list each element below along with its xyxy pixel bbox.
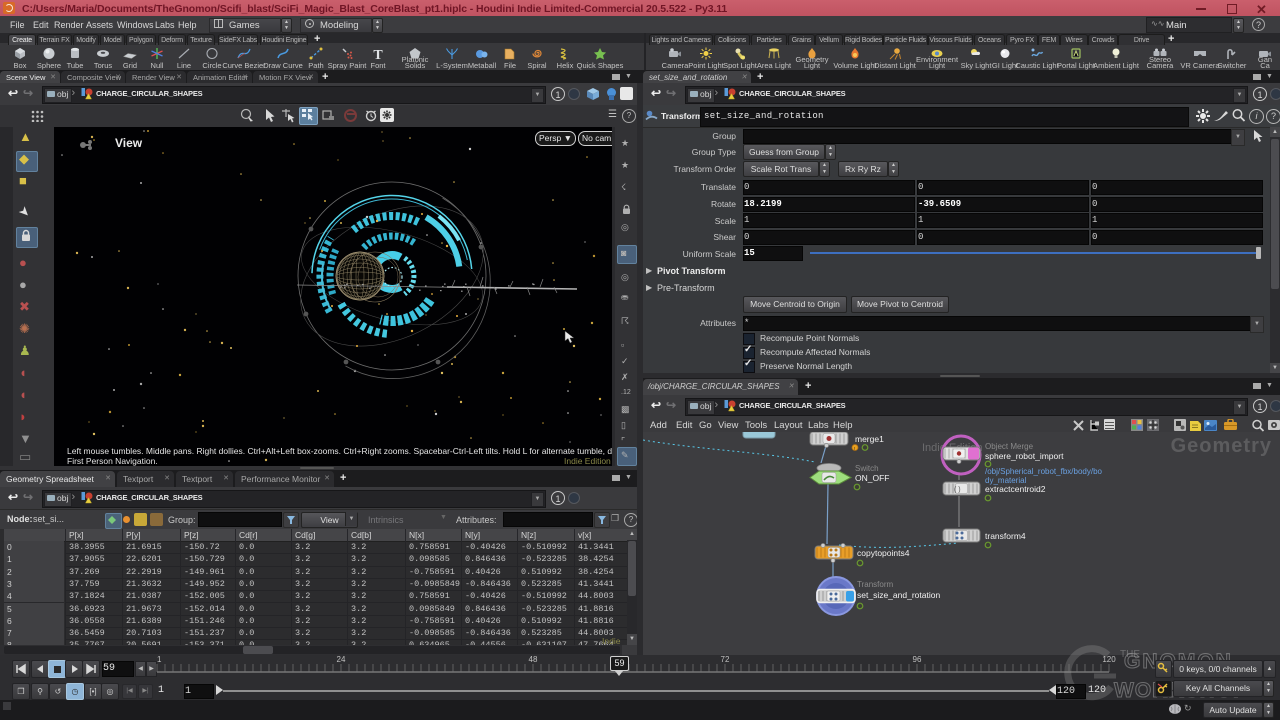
svg-text:1: 1	[157, 655, 162, 664]
svg-text:sphere_robot_import: sphere_robot_import	[985, 451, 1064, 461]
svg-text:ON_OFF: ON_OFF	[855, 473, 889, 483]
svg-text:24: 24	[337, 655, 346, 664]
svg-text:set_size_and_rotation: set_size_and_rotation	[857, 590, 940, 600]
svg-text:120: 120	[1102, 655, 1116, 664]
svg-text:T: T	[373, 48, 383, 61]
svg-text:72: 72	[721, 655, 730, 664]
svg-text:copytopoints4: copytopoints4	[857, 548, 910, 558]
svg-text:Transform: Transform	[857, 580, 893, 589]
svg-text:48: 48	[529, 655, 538, 664]
svg-text:Object Merge: Object Merge	[985, 442, 1034, 451]
svg-text:merge1: merge1	[855, 434, 884, 444]
svg-text:( ): ( )	[954, 487, 961, 494]
svg-text:!: !	[854, 446, 855, 451]
svg-text:96: 96	[913, 655, 922, 664]
svg-text:/obj/Spherical_robot_fbx/body/: /obj/Spherical_robot_fbx/body/bo	[985, 467, 1103, 476]
svg-text:Switch: Switch	[855, 464, 879, 473]
svg-text:transform4: transform4	[985, 531, 1026, 541]
svg-text:extractcentroid2: extractcentroid2	[985, 484, 1046, 494]
